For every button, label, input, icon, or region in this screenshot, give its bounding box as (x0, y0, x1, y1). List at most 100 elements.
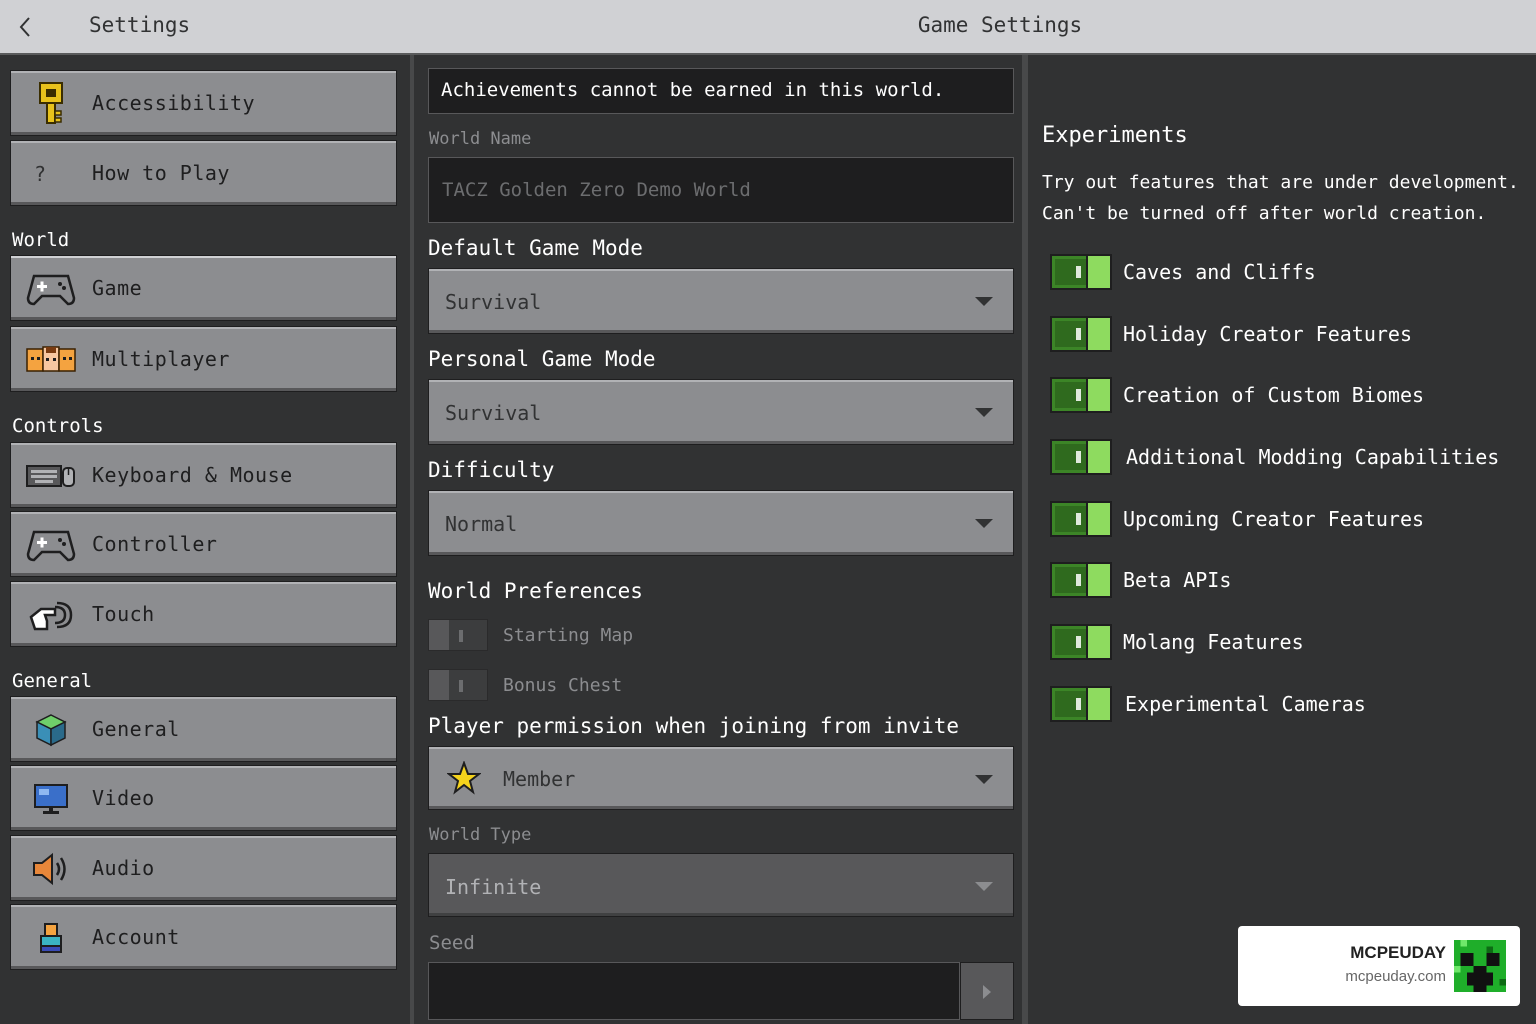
sidebar-item-multiplayer[interactable]: Multiplayer (10, 326, 397, 392)
sidebar-item-label: Multiplayer (92, 347, 230, 371)
toggle-beta-apis[interactable] (1050, 562, 1112, 598)
sidebar-item-touch[interactable]: Touch (10, 581, 397, 647)
toggle-molang-features[interactable] (1050, 624, 1112, 660)
experiment-label: Experimental Cameras (1125, 692, 1366, 716)
star-icon (446, 760, 482, 799)
sidebar-item-video[interactable]: Video (10, 765, 397, 831)
caret-down-icon (975, 775, 993, 784)
sidebar-item-label: Audio (92, 856, 155, 880)
world-name-label: World Name (429, 129, 532, 149)
question-icon: ? (33, 162, 47, 186)
toggle-track (1055, 691, 1089, 717)
player-permission-label: Player permission when joining from invi… (428, 714, 960, 738)
experiments-title: Experiments (1042, 123, 1188, 148)
difficulty-dropdown[interactable]: Normal (428, 490, 1014, 556)
toggle-knob (1086, 441, 1110, 473)
toggle-indicator (1076, 513, 1081, 525)
sidebar-item-label: Keyboard & Mouse (92, 463, 293, 487)
seed-picker-button[interactable] (960, 962, 1014, 1020)
notice-text: Achievements cannot be earned in this wo… (441, 79, 945, 101)
experiments-description: Try out features that are under developm… (1042, 172, 1519, 193)
toggle-indicator (459, 630, 463, 642)
toggle-knob (1086, 503, 1110, 535)
starting-map-toggle[interactable] (428, 619, 488, 651)
caret-down-icon (975, 297, 993, 306)
toggle-custom-biomes[interactable] (1050, 377, 1112, 413)
toggle-track (1055, 259, 1089, 285)
experiment-label: Caves and Cliffs (1123, 260, 1316, 284)
account-icon (25, 919, 77, 957)
dropdown-value: Survival (445, 290, 542, 314)
sidebar-item-how-to-play[interactable]: ? How to Play (10, 140, 397, 206)
experiment-label: Holiday Creator Features (1123, 322, 1412, 346)
toggle-indicator (1076, 451, 1081, 463)
players-icon (25, 341, 77, 379)
seed-label: Seed (429, 932, 475, 954)
header-settings-label: Settings (89, 13, 191, 37)
caret-down-icon (975, 519, 993, 528)
experiment-label: Upcoming Creator Features (1123, 507, 1425, 531)
toggle-indicator (1076, 636, 1081, 648)
section-heading-general: General (12, 670, 93, 692)
experiments-panel (1028, 55, 1536, 1024)
difficulty-label: Difficulty (428, 458, 555, 482)
toggle-indicator (1076, 698, 1081, 710)
sidebar-item-account[interactable]: Account (10, 904, 397, 970)
caret-down-icon (975, 882, 993, 891)
toggle-additional-modding[interactable] (1050, 439, 1112, 475)
header-bar: Settings Game Settings (0, 0, 1536, 55)
sidebar-item-general[interactable]: General (10, 696, 397, 762)
toggle-knob (1086, 626, 1110, 658)
world-name-value: TACZ Golden Zero Demo World (442, 179, 751, 201)
personal-game-mode-dropdown[interactable]: Survival (428, 379, 1014, 445)
toggle-track (1055, 382, 1089, 408)
sidebar-item-label: Game (92, 276, 143, 300)
default-game-mode-dropdown[interactable]: Survival (428, 268, 1014, 334)
sidebar-item-accessibility[interactable]: Accessibility (10, 70, 397, 136)
personal-game-mode-label: Personal Game Mode (428, 347, 656, 371)
toggle-indicator (459, 680, 463, 692)
player-permission-dropdown[interactable]: Member (428, 746, 1014, 810)
sidebar-item-label: Video (92, 786, 155, 810)
toggle-track (1055, 444, 1089, 470)
world-type-dropdown: Infinite (428, 853, 1014, 917)
world-name-input[interactable]: TACZ Golden Zero Demo World (428, 157, 1014, 223)
watermark-url: mcpeuday.com (1345, 968, 1446, 985)
experiment-label: Additional Modding Capabilities (1126, 445, 1500, 469)
sidebar-item-label: Account (92, 925, 180, 949)
toggle-knob (1086, 688, 1110, 720)
key-icon (25, 82, 77, 124)
default-game-mode-label: Default Game Mode (428, 236, 643, 260)
toggle-knob (1086, 564, 1110, 596)
world-preferences-label: World Preferences (428, 579, 643, 603)
section-heading-world: World (12, 229, 70, 251)
toggle-holiday-creator-features[interactable] (1050, 316, 1112, 352)
toggle-upcoming-creator-features[interactable] (1050, 501, 1112, 537)
toggle-caves-and-cliffs[interactable] (1050, 254, 1112, 290)
dropdown-value: Infinite (445, 875, 542, 899)
monitor-icon (25, 780, 77, 818)
sidebar-item-game[interactable]: Game (10, 255, 397, 321)
creeper-logo-icon (1454, 940, 1506, 992)
toggle-indicator (1076, 574, 1081, 586)
sidebar-item-controller[interactable]: Controller (10, 511, 397, 577)
toggle-knob (429, 670, 449, 700)
speaker-icon (25, 850, 77, 888)
sidebar-item-label: Accessibility (92, 91, 256, 115)
bonus-chest-label: Bonus Chest (503, 675, 623, 696)
bonus-chest-toggle[interactable] (428, 669, 488, 701)
toggle-experimental-cameras[interactable] (1050, 686, 1112, 722)
sidebar-item-audio[interactable]: Audio (10, 835, 397, 901)
chevron-left-icon (19, 17, 30, 37)
sidebar-item-keyboard-mouse[interactable]: Keyboard & Mouse (10, 442, 397, 508)
page-title: Game Settings (917, 13, 1083, 37)
seed-input[interactable] (428, 962, 960, 1020)
arrow-right-icon (983, 985, 991, 999)
back-button[interactable] (10, 10, 40, 44)
sidebar-item-label: Touch (92, 602, 155, 626)
cube-icon (25, 711, 77, 749)
starting-map-label: Starting Map (503, 625, 634, 646)
toggle-knob (1086, 318, 1110, 350)
achievements-notice: Achievements cannot be earned in this wo… (428, 68, 1014, 114)
toggle-indicator (1076, 266, 1081, 278)
